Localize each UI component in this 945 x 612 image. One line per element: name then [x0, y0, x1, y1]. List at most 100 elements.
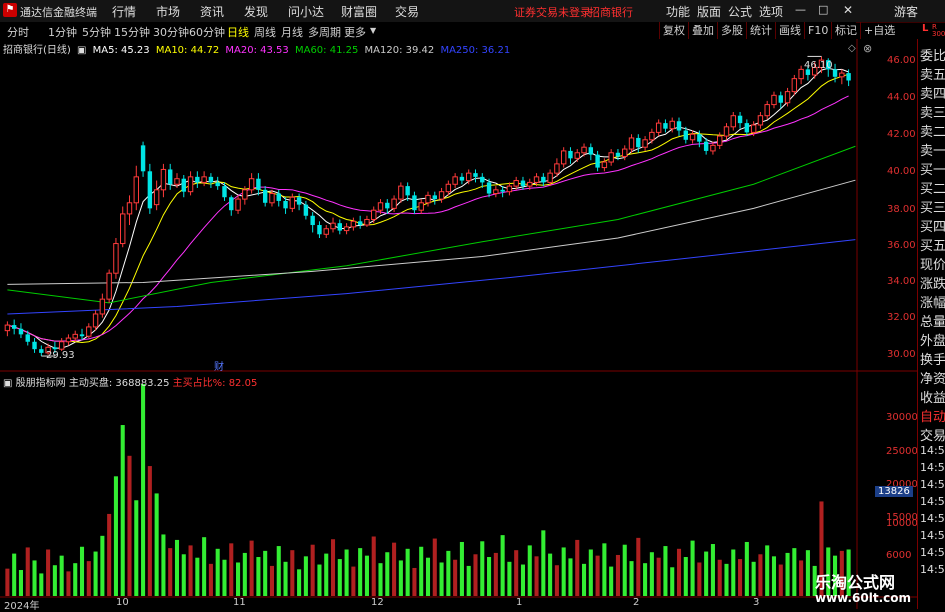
volume-bar — [46, 549, 51, 596]
side-item[interactable]: 委比 — [920, 45, 945, 64]
volume-bar — [310, 544, 315, 596]
side-item[interactable]: 卖三 — [920, 102, 945, 121]
side-item[interactable]: 收益 — [920, 387, 945, 406]
side-item[interactable]: 买一 — [920, 159, 945, 178]
menu-ask[interactable]: 问小达 — [288, 3, 324, 20]
tab-30min[interactable]: 30分钟 — [153, 24, 189, 40]
candle-body — [25, 334, 30, 342]
menu-news[interactable]: 资讯 — [200, 3, 224, 20]
volume-tick: 6000 — [886, 550, 912, 561]
tick-time: 14:56 — [920, 495, 945, 508]
login-warning[interactable]: 证券交易未登录 — [514, 4, 591, 20]
watermark-title: 乐淘公式网 — [815, 573, 896, 592]
menu-discover[interactable]: 发现 — [244, 3, 268, 20]
candle-body — [174, 178, 180, 185]
mark-button[interactable]: 标记 — [831, 22, 860, 39]
menu-market[interactable]: 市场 — [156, 3, 180, 20]
tab-daily[interactable]: 日线 — [227, 24, 249, 40]
tab-15min[interactable]: 15分钟 — [114, 24, 150, 40]
side-item[interactable]: 买五 — [920, 235, 945, 254]
volume-bar — [276, 546, 281, 596]
menu-layout[interactable]: 版面 — [697, 3, 721, 20]
tab-monthly[interactable]: 月线 — [281, 24, 303, 40]
side-item[interactable]: 涨幅 — [920, 292, 945, 311]
event-marker[interactable]: 财 — [214, 358, 224, 373]
candle — [106, 269, 112, 303]
volume-bar — [459, 541, 464, 596]
tab-more[interactable]: 更多 — [344, 24, 366, 40]
price-tick: 42.00 — [887, 129, 916, 140]
volume-bar — [425, 557, 431, 596]
candle-body — [201, 176, 207, 183]
guest-label[interactable]: 游客 — [894, 3, 918, 20]
tab-5min[interactable]: 5分钟 — [82, 24, 111, 40]
side-item[interactable]: 净资 — [920, 368, 945, 387]
side-item[interactable]: 卖五 — [920, 64, 945, 83]
tick-time: 14:56 — [920, 512, 945, 525]
candle — [296, 193, 302, 211]
tab-weekly[interactable]: 周线 — [254, 24, 276, 40]
menu-wealth[interactable]: 财富圈 — [341, 3, 377, 20]
maximize-icon[interactable]: □ — [818, 3, 828, 16]
side-item[interactable]: 买二 — [920, 178, 945, 197]
tab-multi-period[interactable]: 多周期 — [308, 24, 341, 40]
menu-functions[interactable]: 功能 — [666, 3, 690, 20]
indicator-name: 殷朋指标网 — [15, 378, 66, 389]
volume-bar — [419, 546, 424, 596]
candle-body — [187, 176, 194, 193]
side-item[interactable]: 总量 — [920, 311, 945, 330]
watermark-url: www.60lt.com — [815, 591, 912, 605]
candle — [248, 173, 255, 194]
side-item[interactable]: 买三 — [920, 197, 945, 216]
volume-bar — [412, 567, 417, 596]
volume-bar — [785, 552, 790, 596]
add-favorite-button[interactable]: +自选 — [860, 22, 898, 39]
statistics-button[interactable]: 统计 — [746, 22, 775, 39]
volume-bar — [541, 530, 546, 596]
more-chevron-icon[interactable]: ▼ — [370, 26, 376, 35]
candle — [310, 212, 315, 233]
menu-formula[interactable]: 公式 — [728, 3, 752, 20]
tab-1min[interactable]: 1分钟 — [48, 24, 77, 40]
volume-tick: 25000 — [886, 446, 918, 457]
side-item[interactable]: 涨跌 — [920, 273, 945, 292]
candle-body — [296, 197, 302, 205]
side-item[interactable]: 自动 — [920, 406, 945, 425]
candle — [18, 323, 24, 339]
draw-line-button[interactable]: 画线 — [775, 22, 804, 39]
volume-bar — [683, 557, 688, 596]
side-item[interactable]: 换手 — [920, 349, 945, 368]
tab-timeshare[interactable]: 分时 — [7, 24, 29, 40]
candle — [452, 173, 458, 188]
menu-trade[interactable]: 交易 — [395, 3, 419, 20]
candle-body — [839, 72, 845, 78]
volume-bar — [453, 559, 458, 596]
candle-body — [377, 202, 384, 211]
volume-bar — [324, 553, 329, 596]
volume-bar — [59, 555, 64, 596]
adjust-button[interactable]: 复权 — [659, 22, 688, 39]
candle-body — [560, 150, 567, 165]
volume-bar — [398, 560, 403, 596]
candle — [181, 175, 186, 198]
side-item[interactable]: 卖二 — [920, 121, 945, 140]
side-item[interactable]: 卖四 — [920, 83, 945, 102]
candle — [79, 328, 85, 340]
candle — [541, 173, 546, 187]
side-item[interactable]: 现价 — [920, 254, 945, 273]
side-item[interactable]: 买四 — [920, 216, 945, 235]
overlay-button[interactable]: 叠加 — [688, 22, 717, 39]
menu-options[interactable]: 选项 — [759, 3, 783, 20]
side-item[interactable]: 外盘 — [920, 330, 945, 349]
minimize-icon[interactable]: — — [795, 3, 806, 16]
indicator-menu-icon[interactable]: ▣ — [3, 378, 12, 389]
side-item[interactable]: 交易 — [920, 425, 945, 444]
menu-market-quotes[interactable]: 行情 — [112, 3, 136, 20]
close-icon[interactable]: ✕ — [843, 3, 853, 17]
multi-stock-button[interactable]: 多股 — [717, 22, 746, 39]
candle-body — [486, 182, 492, 194]
tab-60min[interactable]: 60分钟 — [189, 24, 225, 40]
f10-button[interactable]: F10 — [804, 22, 831, 39]
side-item[interactable]: 卖一 — [920, 140, 945, 159]
volume-bar — [12, 553, 17, 596]
